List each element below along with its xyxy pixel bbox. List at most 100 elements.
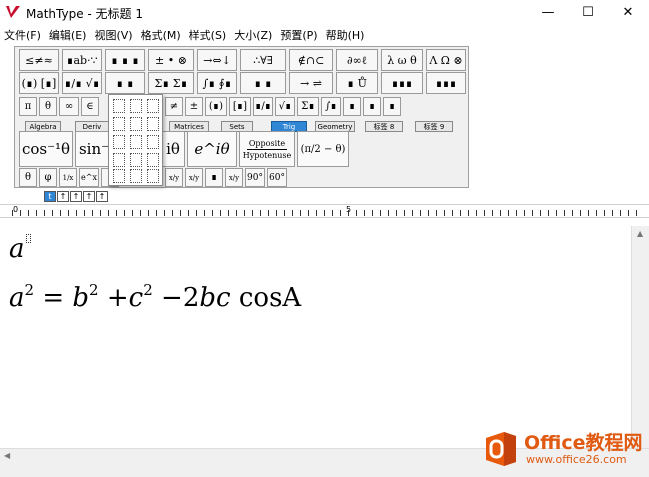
size-button-4[interactable]: ↑ (83, 191, 95, 202)
relations-palette-button[interactable]: ≤≠≈ (19, 49, 59, 71)
small-phi-button[interactable]: φ (39, 168, 57, 187)
overbar-button[interactable]: ∎ (343, 97, 361, 116)
integral-button[interactable]: ∫∎ (321, 97, 341, 116)
small-theta-button[interactable]: θ (19, 168, 37, 187)
not-equal-symbol-button[interactable]: ≠ (165, 97, 183, 116)
dropdown-template-cell[interactable] (130, 153, 142, 167)
embellishments-palette-button[interactable]: ∎ ∎ ∎ (105, 49, 145, 71)
subscript-template-button[interactable]: ∎ (383, 97, 401, 116)
size-button-1[interactable]: t (44, 191, 56, 202)
spaces-palette-button[interactable]: ∎ab·∵ (62, 49, 102, 71)
opposite-label: Opposite (246, 138, 288, 150)
eq2-a: a (9, 283, 25, 313)
pi-symbol-button[interactable]: π (19, 97, 37, 116)
fractions-radicals-palette-button[interactable]: ∎/∎ √∎ (62, 72, 102, 94)
dropdown-template-cell[interactable] (130, 135, 142, 149)
labeled-arrows-palette-button[interactable]: → ⇌ (289, 72, 333, 94)
watermark-name: Office教程网 (524, 432, 643, 454)
small-box-button-2[interactable]: ∎ (205, 168, 223, 187)
scroll-up-icon[interactable]: ▲ (637, 229, 643, 238)
parentheses-button[interactable]: (∎) (205, 97, 227, 116)
dropdown-template-cell[interactable] (147, 117, 159, 131)
inverse-cosine-template[interactable]: cos⁻¹θ (19, 131, 73, 167)
eq2-c: c (128, 283, 144, 313)
small-fraction-button-1[interactable]: x/y (165, 168, 183, 187)
maximize-button[interactable]: ☐ (568, 0, 608, 25)
fences-palette-button[interactable]: (∎) [∎] (19, 72, 59, 94)
dropdown-template-cell[interactable] (130, 99, 142, 113)
dropdown-template-cell[interactable] (113, 117, 125, 131)
menu-file[interactable]: 文件(F) (4, 27, 41, 43)
dropdown-template-cell[interactable] (147, 169, 159, 183)
small-fraction-button-2[interactable]: x/y (185, 168, 203, 187)
office26-watermark: Office教程网 www.office26.com (482, 424, 647, 474)
scroll-left-icon[interactable]: ◀ (4, 451, 10, 460)
boxes-palette-button[interactable]: ∎∎∎ (426, 72, 466, 94)
greek-lower-palette-button[interactable]: λ ω θ (381, 49, 423, 71)
size-button-5[interactable]: ↑ (96, 191, 108, 202)
small-reciprocal-button[interactable]: 1/x (59, 168, 77, 187)
pi-half-minus-theta-template[interactable]: (π/2 − θ) (297, 131, 349, 167)
infinity-symbol-button[interactable]: ∞ (59, 97, 79, 116)
bars-palette-button[interactable]: ∎ ∎ (240, 72, 286, 94)
ninety-degree-button[interactable]: 90° (245, 168, 265, 187)
sums-palette-button[interactable]: Σ∎ Σ∎ (148, 72, 194, 94)
close-button[interactable]: ✕ (608, 0, 648, 25)
integrals-palette-button[interactable]: ∫∎ ∮∎ (197, 72, 237, 94)
menu-preferences[interactable]: 预置(P) (280, 27, 317, 43)
size-button-2[interactable]: ↑ (57, 191, 69, 202)
sixty-degree-button[interactable]: 60° (267, 168, 287, 187)
misc-symbols-palette-button[interactable]: ∂∞ℓ (336, 49, 378, 71)
theta-symbol-button[interactable]: θ (39, 97, 57, 116)
menu-view[interactable]: 视图(V) (94, 27, 132, 43)
matrices-palette-button[interactable]: ∎∎∎ (381, 72, 423, 94)
products-palette-button[interactable]: ∎ Ů (336, 72, 378, 94)
dropdown-template-cell[interactable] (130, 169, 142, 183)
eq2-angle-A: A (282, 283, 302, 313)
operators-palette-button[interactable]: ± • ⊗ (148, 49, 194, 71)
plus-minus-symbol-button[interactable]: ± (185, 97, 203, 116)
exp-i-theta-template[interactable]: e^iθ (187, 131, 237, 167)
dropdown-template-cell[interactable] (113, 135, 125, 149)
arrow-template-button[interactable]: ∎ (363, 97, 381, 116)
logical-palette-button[interactable]: ∴∀∃ (240, 49, 286, 71)
size-button-3[interactable]: ↑ (70, 191, 82, 202)
dropdown-template-cell[interactable] (147, 99, 159, 113)
tab-8[interactable]: 标签 8 (365, 121, 403, 132)
equation-line-1: a (9, 234, 31, 264)
dropdown-template-cell[interactable] (113, 99, 125, 113)
element-of-symbol-button[interactable]: ∈ (81, 97, 99, 116)
summation-button[interactable]: Σ∎ (297, 97, 319, 116)
radical-button[interactable]: √∎ (275, 97, 295, 116)
menu-size[interactable]: 大小(Z) (234, 27, 272, 43)
watermark-url: www.office26.com (526, 453, 627, 466)
fraction-button[interactable]: ∎/∎ (253, 97, 273, 116)
equation-editor-canvas[interactable]: a a2 = b2 +c2 −2bc cosA (0, 226, 631, 448)
superscript-slot[interactable] (25, 234, 31, 243)
subscripts-palette-button[interactable]: ∎ ∎ (105, 72, 145, 94)
eq1-base-a: a (9, 234, 25, 264)
small-fraction-button-3[interactable]: x/y (225, 168, 243, 187)
menu-format[interactable]: 格式(M) (141, 27, 181, 43)
small-exp-button[interactable]: e^x (79, 168, 99, 187)
equation-line-2: a2 = b2 +c2 −2bc cosA (9, 281, 301, 313)
dropdown-template-cell[interactable] (147, 135, 159, 149)
menu-style[interactable]: 样式(S) (189, 27, 227, 43)
menu-edit[interactable]: 编辑(E) (49, 27, 87, 43)
brackets-button[interactable]: [∎] (229, 97, 251, 116)
dropdown-template-cell[interactable] (147, 153, 159, 167)
greek-upper-palette-button[interactable]: Λ Ω ⊗ (426, 49, 466, 71)
dropdown-template-cell[interactable] (113, 169, 125, 183)
arrows-palette-button[interactable]: →⇔↓ (197, 49, 237, 71)
ruler[interactable]: 0 5 (0, 204, 649, 218)
dropdown-template-cell[interactable] (113, 153, 125, 167)
i-theta-template[interactable]: iθ (161, 131, 185, 167)
dropdown-template-cell[interactable] (130, 117, 142, 131)
minimize-icon: — (541, 5, 555, 20)
opposite-over-hypotenuse-template[interactable]: Opposite Hypotenuse (239, 131, 295, 167)
menu-help[interactable]: 帮助(H) (326, 27, 365, 43)
minimize-button[interactable]: — (528, 0, 568, 25)
set-theory-palette-button[interactable]: ∉∩⊂ (289, 49, 333, 71)
vertical-scrollbar[interactable]: ▲ (631, 226, 649, 448)
tab-9[interactable]: 标签 9 (415, 121, 453, 132)
